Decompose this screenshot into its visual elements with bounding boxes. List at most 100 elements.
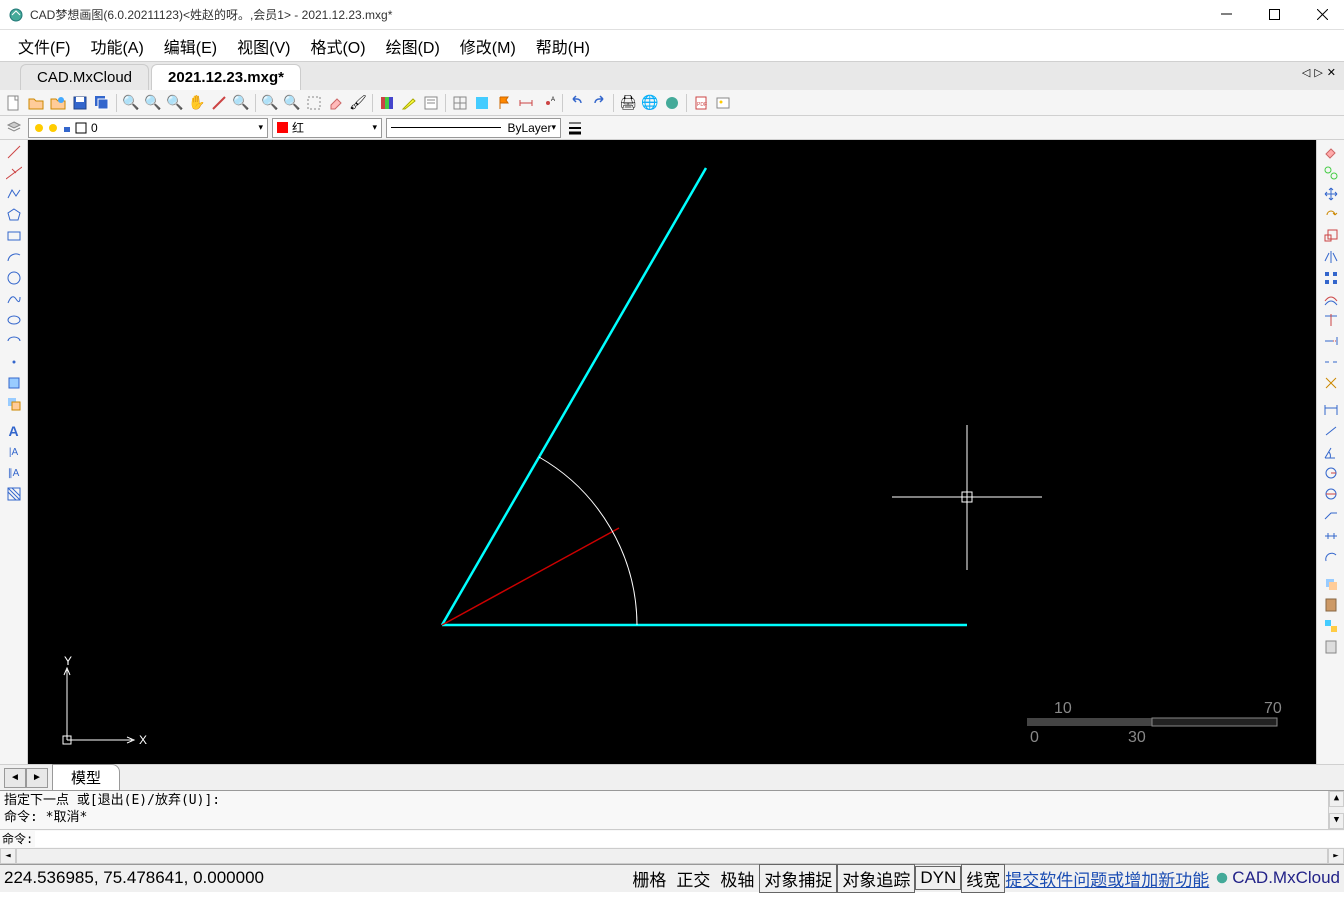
- layout-prev-button[interactable]: ◄: [4, 768, 26, 788]
- status-lwt[interactable]: 线宽: [961, 864, 1005, 893]
- print-icon[interactable]: 🖨: [618, 93, 638, 113]
- command-scrollbar-v[interactable]: ▲▼: [1328, 791, 1344, 829]
- command-input[interactable]: [35, 831, 1344, 847]
- drawing-area[interactable]: Y X 10 70 0 30: [28, 140, 1316, 764]
- spline-icon[interactable]: [2, 289, 26, 309]
- dimension-icon[interactable]: [516, 93, 536, 113]
- calc-icon[interactable]: [1319, 637, 1343, 657]
- xline-icon[interactable]: [2, 163, 26, 183]
- status-snap[interactable]: 栅格: [627, 864, 671, 893]
- status-ortho[interactable]: 正交: [671, 864, 715, 893]
- dim-radius-icon[interactable]: [1319, 463, 1343, 483]
- zoom-extents-icon[interactable]: 🔍: [143, 93, 163, 113]
- hatch-icon[interactable]: [472, 93, 492, 113]
- menu-modify[interactable]: 修改(M): [450, 30, 526, 62]
- point-style-icon[interactable]: A: [538, 93, 558, 113]
- status-otrack[interactable]: 对象追踪: [837, 864, 915, 893]
- layers-icon[interactable]: [377, 93, 397, 113]
- export-image-icon[interactable]: [713, 93, 733, 113]
- minimize-button[interactable]: [1212, 5, 1240, 25]
- menu-view[interactable]: 视图(V): [227, 30, 300, 62]
- menu-draw[interactable]: 绘图(D): [376, 30, 450, 62]
- block-insert-icon[interactable]: [2, 373, 26, 393]
- dim-linear-icon[interactable]: [1319, 400, 1343, 420]
- measure-icon[interactable]: [209, 93, 229, 113]
- table-icon[interactable]: [450, 93, 470, 113]
- block-create-icon[interactable]: [2, 394, 26, 414]
- zoom-out-icon[interactable]: 🔍: [282, 93, 302, 113]
- feedback-link[interactable]: 提交软件问题或增加新功能: [1005, 866, 1209, 891]
- brush-icon[interactable]: 🖌: [348, 93, 368, 113]
- tab-close-icon[interactable]: ✕: [1327, 66, 1336, 79]
- open-file-icon[interactable]: [26, 93, 46, 113]
- rotate-icon[interactable]: [1319, 205, 1343, 225]
- mtext-icon[interactable]: |A: [2, 442, 26, 462]
- selection-icon[interactable]: [304, 93, 324, 113]
- redo-icon[interactable]: [589, 93, 609, 113]
- arc-icon[interactable]: [2, 247, 26, 267]
- save-all-icon[interactable]: [92, 93, 112, 113]
- erase-icon[interactable]: [1319, 142, 1343, 162]
- extend-icon[interactable]: [1319, 331, 1343, 351]
- dim-arc-icon[interactable]: [1319, 547, 1343, 567]
- dim-aligned-icon[interactable]: [1319, 421, 1343, 441]
- zoom-realtime-icon[interactable]: 🔍: [231, 93, 251, 113]
- line-icon[interactable]: [2, 142, 26, 162]
- copy-clip-icon[interactable]: [1319, 574, 1343, 594]
- array-icon[interactable]: [1319, 268, 1343, 288]
- flag-icon[interactable]: [494, 93, 514, 113]
- linetype-selector[interactable]: ByLayer ▾: [386, 118, 561, 138]
- explode-icon[interactable]: [1319, 373, 1343, 393]
- properties-icon[interactable]: [421, 93, 441, 113]
- close-button[interactable]: [1308, 5, 1336, 25]
- eraser-icon[interactable]: [326, 93, 346, 113]
- ellipse-arc-icon[interactable]: [2, 331, 26, 351]
- copy-icon[interactable]: [1319, 163, 1343, 183]
- status-polar[interactable]: 极轴: [715, 864, 759, 893]
- lineweight-icon[interactable]: [565, 118, 585, 138]
- move-icon[interactable]: [1319, 184, 1343, 204]
- dim-leader-icon[interactable]: [1319, 505, 1343, 525]
- trim-icon[interactable]: [1319, 310, 1343, 330]
- color-selector[interactable]: 红 ▾: [272, 118, 382, 138]
- break-icon[interactable]: [1319, 352, 1343, 372]
- circle-icon[interactable]: [2, 268, 26, 288]
- ellipse-icon[interactable]: [2, 310, 26, 330]
- offset-icon[interactable]: [1319, 289, 1343, 309]
- status-osnap[interactable]: 对象捕捉: [759, 864, 837, 893]
- tab-mxcloud[interactable]: CAD.MxCloud: [20, 64, 149, 90]
- command-scrollbar-h[interactable]: ◄►: [0, 848, 1344, 864]
- point-icon[interactable]: [2, 352, 26, 372]
- dim-continue-icon[interactable]: [1319, 526, 1343, 546]
- menu-file[interactable]: 文件(F): [8, 30, 80, 62]
- layout-next-button[interactable]: ►: [26, 768, 48, 788]
- zoom-window-icon[interactable]: 🔍: [165, 93, 185, 113]
- text-icon[interactable]: A: [2, 421, 26, 441]
- menu-edit[interactable]: 编辑(E): [154, 30, 227, 62]
- maximize-button[interactable]: [1260, 5, 1288, 25]
- undo-icon[interactable]: [567, 93, 587, 113]
- dim-angular-icon[interactable]: [1319, 442, 1343, 462]
- layer-selector[interactable]: 0 ▾: [28, 118, 268, 138]
- tab-next-icon[interactable]: ▷: [1314, 66, 1322, 79]
- dim-diameter-icon[interactable]: [1319, 484, 1343, 504]
- polyline-icon[interactable]: [2, 184, 26, 204]
- save-icon[interactable]: [70, 93, 90, 113]
- pan-icon[interactable]: ✋: [187, 93, 207, 113]
- layer-manager-icon[interactable]: [4, 118, 24, 138]
- new-file-icon[interactable]: [4, 93, 24, 113]
- polygon-icon[interactable]: [2, 205, 26, 225]
- tab-prev-icon[interactable]: ◁: [1302, 66, 1310, 79]
- globe-icon[interactable]: 🌐: [640, 93, 660, 113]
- scale-icon[interactable]: [1319, 226, 1343, 246]
- menu-format[interactable]: 格式(O): [300, 30, 375, 62]
- menu-help[interactable]: 帮助(H): [526, 30, 600, 62]
- mirror-icon[interactable]: [1319, 247, 1343, 267]
- tab-current-file[interactable]: 2021.12.23.mxg*: [151, 64, 301, 90]
- rectangle-icon[interactable]: [2, 226, 26, 246]
- zoom-prev-icon[interactable]: 🔍: [260, 93, 280, 113]
- status-dyn[interactable]: DYN: [915, 866, 961, 890]
- model-tab[interactable]: 模型: [52, 764, 120, 791]
- highlight-icon[interactable]: [399, 93, 419, 113]
- vtext-icon[interactable]: ∥A: [2, 463, 26, 483]
